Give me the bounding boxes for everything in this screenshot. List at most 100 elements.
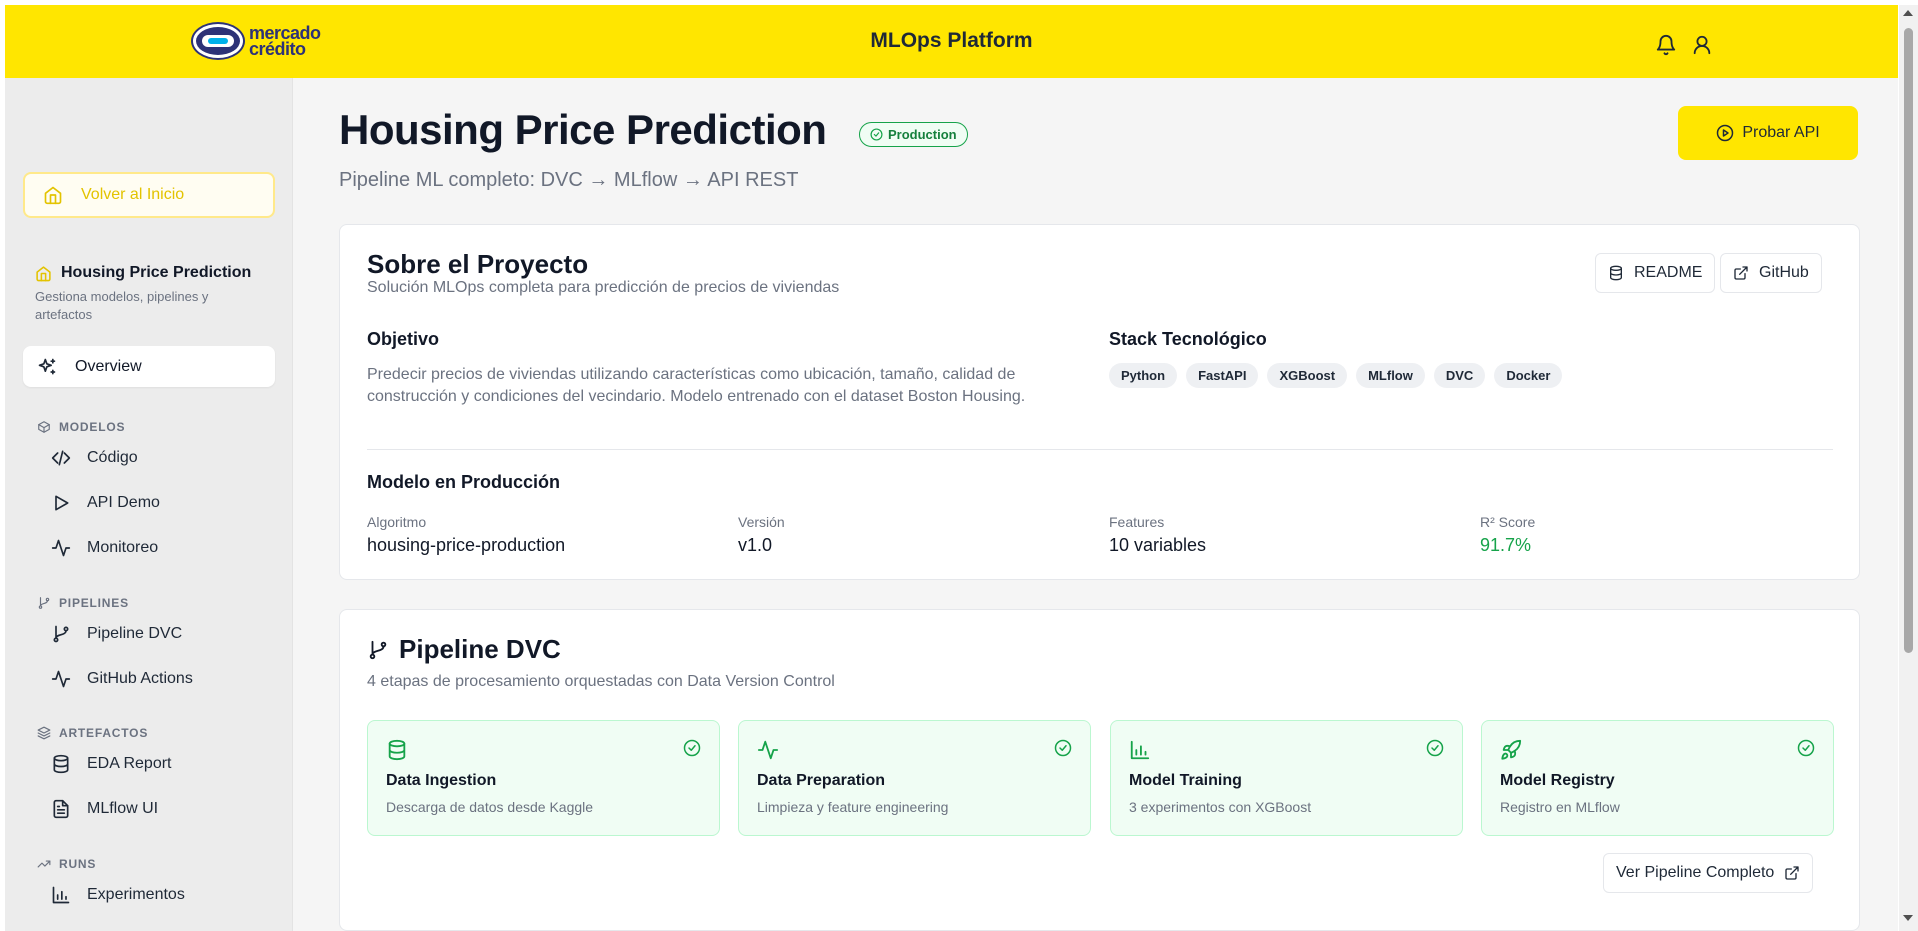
project-header: Housing Price Prediction Gestiona modelo… [35,264,255,324]
view-full-pipeline-label: Ver Pipeline Completo [1616,864,1775,881]
status-badge: Production [859,122,968,147]
section-artefactos: ARTEFACTOS [37,726,148,740]
metric-label-r2: R² Score [1480,514,1536,530]
check-circle-icon [870,128,883,141]
scroll-up-arrow-icon[interactable] [1903,10,1913,16]
stage-card[interactable]: Data Ingestion Descarga de datos desde K… [367,720,720,836]
database-icon [388,739,406,761]
pipeline-title-row: Pipeline DVC [367,634,561,665]
sidebar-item-github-actions[interactable]: GitHub Actions [51,669,193,689]
sidebar-item-api-demo[interactable]: API Demo [51,493,160,513]
user-icon[interactable] [1691,34,1713,56]
app-title: MLOps Platform [870,29,1033,52]
readme-label: README [1634,264,1703,281]
project-title: Housing Price Prediction [61,264,252,281]
page-title: Housing Price Prediction [339,106,827,153]
bell-icon[interactable] [1655,34,1677,56]
sidebar-item-codigo-label: Código [87,449,138,466]
play-icon [55,495,69,511]
home-icon [36,265,51,281]
metric-value-features: 10 variables [1109,535,1207,555]
bar-chart-icon [52,886,70,904]
sidebar-item-pipeline-dvc[interactable]: Pipeline DVC [51,624,182,644]
external-link-icon [1734,266,1748,280]
sidebar-item-monitoreo[interactable]: Monitoreo [51,538,158,558]
scroll-down-arrow-icon[interactable] [1903,915,1913,921]
play-circle-icon [1717,124,1734,142]
sidebar-item-mlflow-ui[interactable]: MLflow UI [51,799,158,819]
stack-tag: MLflow [1356,363,1425,388]
back-to-home-label: Volver al Inicio [81,186,185,203]
trending-up-icon [37,860,51,868]
divider [367,449,1833,450]
check-circle-icon [1054,739,1072,757]
page-subtitle: Pipeline ML completo: DVC → MLflow → API… [339,169,799,191]
sidebar-item-overview[interactable]: Overview [23,346,275,387]
section-runs: RUNS [37,857,96,871]
probar-api-button[interactable]: Probar API [1678,106,1858,160]
github-label: GitHub [1759,264,1809,281]
pipeline-card: Pipeline DVC 4 etapas de procesamiento o… [339,609,1860,931]
stage-description: 3 experimentos con XGBoost [1129,799,1312,815]
stage-title: Data Ingestion [386,772,497,789]
home-icon [44,186,62,205]
view-full-pipeline-button[interactable]: Ver Pipeline Completo [1603,853,1814,893]
activity-icon [757,740,779,760]
sidebar-item-mlflow-ui-label: MLflow UI [87,800,159,817]
bar-chart-icon [1130,740,1150,760]
stage-card[interactable]: Model Training 3 experimentos con XGBoos… [1110,720,1463,836]
back-to-home-button[interactable]: Volver al Inicio [23,172,275,218]
stage-card[interactable]: Data Preparation Limpieza y feature engi… [738,720,1091,836]
model-title: Modelo en Producción [367,472,561,492]
check-circle-icon [1426,739,1444,757]
code-icon [51,450,71,466]
stage-description: Limpieza y feature engineering [757,799,949,815]
stack-tag: Python [1109,363,1178,388]
layers-icon [37,726,51,740]
metric-label-algoritmo: Algoritmo [367,514,427,530]
sparkles-icon [38,358,56,374]
pipeline-title: Pipeline DVC [399,634,561,664]
sidebar-item-pipeline-dvc-label: Pipeline DVC [87,625,183,642]
stack-tags: Python FastAPI XGBoost MLflow DVC Docker [1109,363,1563,388]
readme-button[interactable]: README [1595,253,1716,293]
stack-title: Stack Tecnológico [1109,329,1267,349]
stage-title: Model Registry [1500,772,1615,789]
stack-tag: Docker [1494,363,1563,388]
about-card: Sobre el Proyecto Solución MLOps complet… [339,224,1860,580]
stack-tag: DVC [1433,363,1486,388]
stack-tag: XGBoost [1267,363,1348,388]
stack-tag: FastAPI [1186,363,1259,388]
metric-value-version: v1.0 [738,535,773,555]
sidebar-item-github-actions-label: GitHub Actions [87,670,193,687]
database-icon [1610,265,1622,281]
section-runs-label: RUNS [59,857,97,871]
stage-title: Model Training [1129,772,1242,789]
section-modelos-label: MODELOS [59,420,126,434]
sidebar-item-experimentos-label: Experimentos [87,886,185,903]
github-button[interactable]: GitHub [1720,253,1822,293]
stage-description: Descarga de datos desde Kaggle [386,799,594,815]
objetivo-text: Predecir precios de viviendas utilizando… [367,366,1026,405]
sidebar: Volver al Inicio Housing Price Predictio… [5,78,293,931]
top-bar: mercado crédito MLOps Platform [5,5,1898,78]
section-pipelines: PIPELINES [37,596,129,610]
scrollbar-thumb[interactable] [1904,28,1913,653]
sidebar-item-api-demo-label: API Demo [87,494,160,511]
about-subtitle: Solución MLOps completa para predicción … [367,279,840,296]
database-icon [53,754,69,774]
stage-card[interactable]: Model Registry Registro en MLflow [1481,720,1834,836]
metric-label-version: Versión [738,514,785,530]
git-branch-icon [38,597,50,609]
git-branch-icon [53,625,69,643]
sidebar-item-experimentos[interactable]: Experimentos [51,885,185,905]
section-artefactos-label: ARTEFACTOS [59,726,149,740]
box-icon [38,421,50,433]
objetivo-title: Objetivo [367,329,440,349]
sidebar-item-eda-report[interactable]: EDA Report [51,754,171,774]
sidebar-item-codigo[interactable]: Código [51,448,138,468]
git-branch-icon [369,640,387,659]
main-content: Housing Price Prediction Production Pipe… [293,78,1898,931]
check-circle-icon [1797,739,1815,757]
stage-description: Registro en MLflow [1500,799,1620,815]
